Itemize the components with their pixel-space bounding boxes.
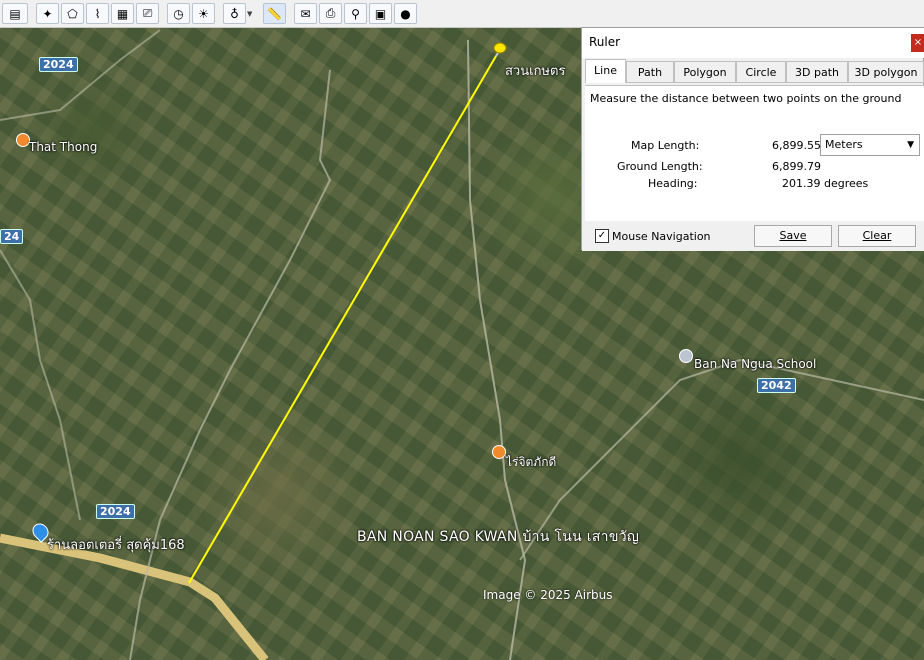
- road-shield: 2042: [757, 378, 796, 393]
- place-label-top: สวนเกษตร: [505, 64, 566, 79]
- imagery-copyright: Image © 2025 Airbus: [483, 588, 613, 602]
- globe-icon[interactable]: ●: [394, 3, 417, 24]
- placemark-icon[interactable]: ✦: [36, 3, 59, 24]
- tab-line[interactable]: Line: [585, 59, 626, 83]
- google-maps-icon[interactable]: ⚲: [344, 3, 367, 24]
- pushpin-icon[interactable]: [493, 42, 507, 57]
- units-selected: Meters: [825, 138, 863, 151]
- tab-3d-path[interactable]: 3D path: [786, 61, 848, 83]
- place-label-school: Ban Na Ngua School: [694, 357, 817, 371]
- ruler-description: Measure the distance between two points …: [590, 92, 902, 105]
- minor-road: [0, 249, 81, 521]
- ground-length-label: Ground Length:: [617, 160, 703, 173]
- chevron-down-icon[interactable]: ▼: [247, 10, 256, 18]
- minor-road: [467, 39, 527, 660]
- tab-polygon[interactable]: Polygon: [674, 61, 736, 83]
- road-shield: 2024: [96, 504, 135, 519]
- email-icon[interactable]: ✉: [294, 3, 317, 24]
- road-shield: 24: [0, 229, 24, 244]
- main-toolbar: ▤ ✦ ⬠ ⌇ ▦ ⎚ ◷ ☀ ♁ ▼ 📏 ✉ ⎙ ⚲ ▣ ●: [0, 0, 924, 28]
- tour-icon[interactable]: ⎚: [136, 3, 159, 24]
- sunlight-icon[interactable]: ☀: [192, 3, 215, 24]
- historical-imagery-icon[interactable]: ◷: [167, 3, 190, 24]
- heading-value: 201.39 degrees: [782, 177, 869, 190]
- place-label-rai: ไร่จิตภักดี: [506, 455, 557, 469]
- heading-label: Heading:: [648, 177, 698, 190]
- save-button[interactable]: Save: [754, 225, 832, 247]
- close-icon[interactable]: ×: [911, 34, 924, 52]
- tab-circle[interactable]: Circle: [736, 61, 786, 83]
- clear-button[interactable]: Clear: [838, 225, 916, 247]
- measure-line: [188, 55, 497, 584]
- poi-marker-icon[interactable]: [492, 445, 506, 459]
- dialog-titlebar[interactable]: Ruler ×: [582, 28, 924, 58]
- minor-road: [0, 29, 161, 121]
- tab-3d-polygon[interactable]: 3D polygon: [848, 61, 924, 83]
- tab-path[interactable]: Path: [626, 61, 674, 83]
- place-label-that-thong: That Thong: [29, 140, 98, 154]
- road-shield: 2024: [39, 57, 78, 72]
- path-icon[interactable]: ⌇: [86, 3, 109, 24]
- region-label: BAN NOAN SAO KWAN บ้าน โนน เสาขวัญ: [357, 529, 640, 545]
- poi-marker-icon[interactable]: [16, 133, 30, 147]
- ruler-dialog: Ruler × Line Path Polygon Circle 3D path…: [581, 27, 924, 251]
- save-image-icon[interactable]: ▣: [369, 3, 392, 24]
- map-length-label: Map Length:: [631, 139, 700, 152]
- map-length-value: 6,899.55: [772, 139, 821, 152]
- mouse-navigation-checkbox[interactable]: ✓: [595, 229, 609, 243]
- mouse-navigation-label[interactable]: Mouse Navigation: [612, 230, 711, 243]
- ground-length-value: 6,899.79: [772, 160, 821, 173]
- units-select[interactable]: Meters ▼: [820, 134, 920, 156]
- ruler-footer: ✓ Mouse Navigation Save Clear: [582, 221, 924, 251]
- planets-icon[interactable]: ♁: [223, 3, 246, 24]
- overlay-icon[interactable]: ▦: [111, 3, 134, 24]
- school-marker-icon[interactable]: [679, 349, 693, 363]
- dialog-title: Ruler: [589, 35, 621, 49]
- print-icon[interactable]: ⎙: [319, 3, 342, 24]
- polygon-icon[interactable]: ⬠: [61, 3, 84, 24]
- chevron-down-icon: ▼: [907, 140, 914, 150]
- place-label-shop: ร้านลอตเตอรี่ สุดคุ้ม168: [47, 538, 185, 553]
- ruler-icon[interactable]: 📏: [263, 3, 286, 24]
- sidebar-toggle-icon[interactable]: ▤: [2, 3, 28, 24]
